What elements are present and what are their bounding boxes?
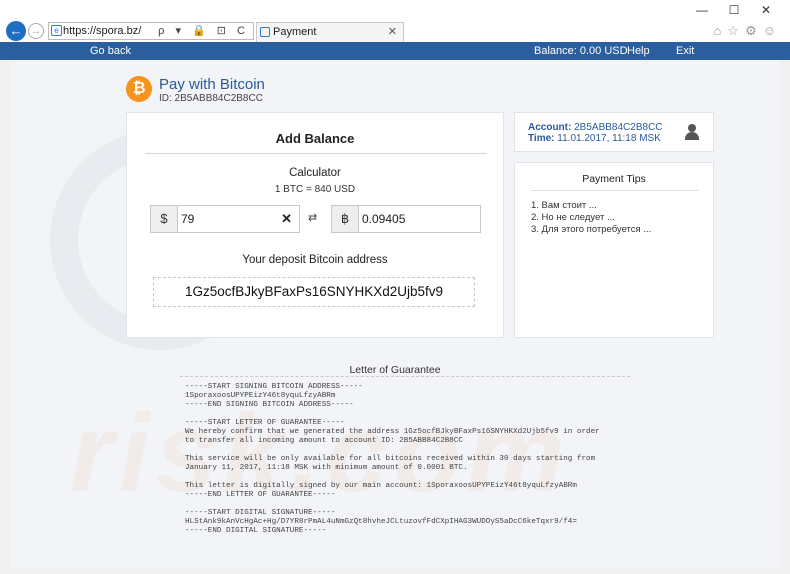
btc-amount-field: ฿	[331, 205, 481, 233]
tip-item[interactable]: 2. Но не следует ...	[531, 212, 615, 223]
guarantee-line: 1SporaxoosUPYPEizY46t8yquLfzyABRm	[185, 392, 336, 400]
tab-title: Payment	[273, 26, 317, 38]
calculator-title: Calculator	[289, 167, 341, 179]
add-balance-title: Add Balance	[275, 131, 355, 146]
browser-forward-icon[interactable]: →	[28, 23, 44, 39]
guarantee-line: This letter is digitally signed by our m…	[185, 482, 577, 490]
tip-item[interactable]: 3. Для этого потребуется ...	[531, 224, 651, 235]
browser-back-icon[interactable]: ←	[6, 21, 26, 41]
page-content: risk.com ₿ Pay with Bitcoin ID: 2B5ABB84…	[10, 60, 780, 568]
site-favicon-icon: e	[51, 25, 62, 36]
time-value: 11.01.2017, 11:18 MSK	[557, 133, 661, 144]
guarantee-letter: -----START SIGNING BITCOIN ADDRESS----- …	[180, 376, 630, 566]
bitcoin-symbol-icon: ฿	[332, 206, 359, 232]
maximize-button[interactable]: ☐	[718, 2, 750, 18]
time-line: Time: 11.01.2017, 11:18 MSK	[528, 133, 661, 144]
divider	[145, 153, 487, 154]
guarantee-line: HLStAnk9kAnVcHgAc+Hg/D7YR8rPmAL4uNmGzQt8…	[185, 518, 577, 526]
user-icon[interactable]	[685, 124, 699, 140]
usd-amount-input[interactable]	[181, 206, 281, 232]
guarantee-line: to transfer all incoming amount to accou…	[185, 437, 463, 445]
guarantee-line: This service will be only available for …	[185, 455, 596, 463]
bitcoin-logo-icon: ₿	[126, 76, 152, 102]
guarantee-title: Letter of Guarantee	[349, 364, 441, 376]
brand-id: ID: 2B5ABB84C2B8CC	[159, 93, 263, 104]
divider	[531, 190, 699, 191]
deposit-address[interactable]: 1Gz5ocfBJkyBFaxPs16SNYHKXd2Ujb5fv9	[153, 277, 475, 307]
tab-favicon-icon	[260, 27, 270, 37]
payment-tips-title: Payment Tips	[582, 173, 646, 185]
site-nav-bar: Go back Balance: 0.00 USD Help Exit	[0, 42, 790, 60]
window-titlebar: — ☐ ✕	[0, 0, 790, 20]
guarantee-line: -----END DIGITAL SIGNATURE-----	[185, 527, 327, 535]
help-link[interactable]: Help	[627, 45, 650, 57]
window-controls: — ☐ ✕	[686, 2, 782, 18]
account-card: Account: 2B5ABB84C2B8CC Time: 11.01.2017…	[514, 112, 714, 152]
payment-tips-card: Payment Tips 1. Вам стоит ... 2. Но не с…	[514, 162, 714, 338]
close-window-button[interactable]: ✕	[750, 2, 782, 18]
home-icon[interactable]: ⌂	[714, 23, 728, 38]
guarantee-line: -----START DIGITAL SIGNATURE-----	[185, 509, 336, 517]
tab-payment[interactable]: Payment ✕	[256, 22, 404, 42]
guarantee-line: -----END LETTER OF GUARANTEE-----	[185, 491, 336, 499]
btc-amount-input[interactable]	[362, 206, 462, 232]
exit-link[interactable]: Exit	[676, 45, 694, 57]
address-bar[interactable]: e https://spora.bz/ ρ ▾ 🔒 ⊡ C	[48, 22, 254, 40]
guarantee-line: -----START LETTER OF GUARANTEE-----	[185, 419, 345, 427]
account-line: Account: 2B5ABB84C2B8CC	[528, 122, 663, 133]
minimize-button[interactable]: —	[686, 2, 718, 18]
settings-gear-icon[interactable]: ⚙	[745, 23, 763, 38]
guarantee-line: -----END SIGNING BITCOIN ADDRESS-----	[185, 401, 354, 409]
tip-item[interactable]: 1. Вам стоит ...	[531, 200, 597, 211]
browser-right-tools: ⌂☆⚙☺	[714, 23, 782, 39]
tab-close-icon[interactable]: ✕	[388, 23, 397, 41]
add-balance-card: Add Balance Calculator 1 BTC = 840 USD $…	[126, 112, 504, 338]
favorites-star-icon[interactable]: ☆	[727, 23, 745, 38]
smiley-feedback-icon[interactable]: ☺	[763, 23, 782, 38]
go-back-link[interactable]: Go back	[90, 45, 131, 57]
time-label: Time:	[528, 133, 555, 144]
address-tools-icons[interactable]: ρ ▾ 🔒 ⊡ C	[158, 23, 249, 39]
clear-icon[interactable]: ✕	[281, 211, 292, 227]
guarantee-line: January 11, 2017, 11:18 MSK with minimum…	[185, 464, 468, 472]
address-url: https://spora.bz/	[63, 25, 142, 37]
balance-display: Balance: 0.00 USD	[534, 45, 628, 57]
guarantee-line: -----START SIGNING BITCOIN ADDRESS-----	[185, 383, 363, 391]
account-label: Account:	[528, 122, 572, 133]
swap-icon[interactable]: ⇄	[308, 211, 317, 224]
account-value: 2B5ABB84C2B8CC	[574, 122, 663, 133]
deposit-address-label: Your deposit Bitcoin address	[242, 254, 388, 266]
exchange-rate: 1 BTC = 840 USD	[274, 184, 356, 195]
usd-amount-field: $ ✕	[150, 205, 300, 233]
dollar-icon: $	[151, 206, 178, 232]
brand-title: Pay with Bitcoin	[159, 76, 265, 93]
guarantee-line: We hereby confirm that we generated the …	[185, 428, 600, 436]
browser-toolbar: ← → e https://spora.bz/ ρ ▾ 🔒 ⊡ C Paymen…	[0, 20, 790, 42]
